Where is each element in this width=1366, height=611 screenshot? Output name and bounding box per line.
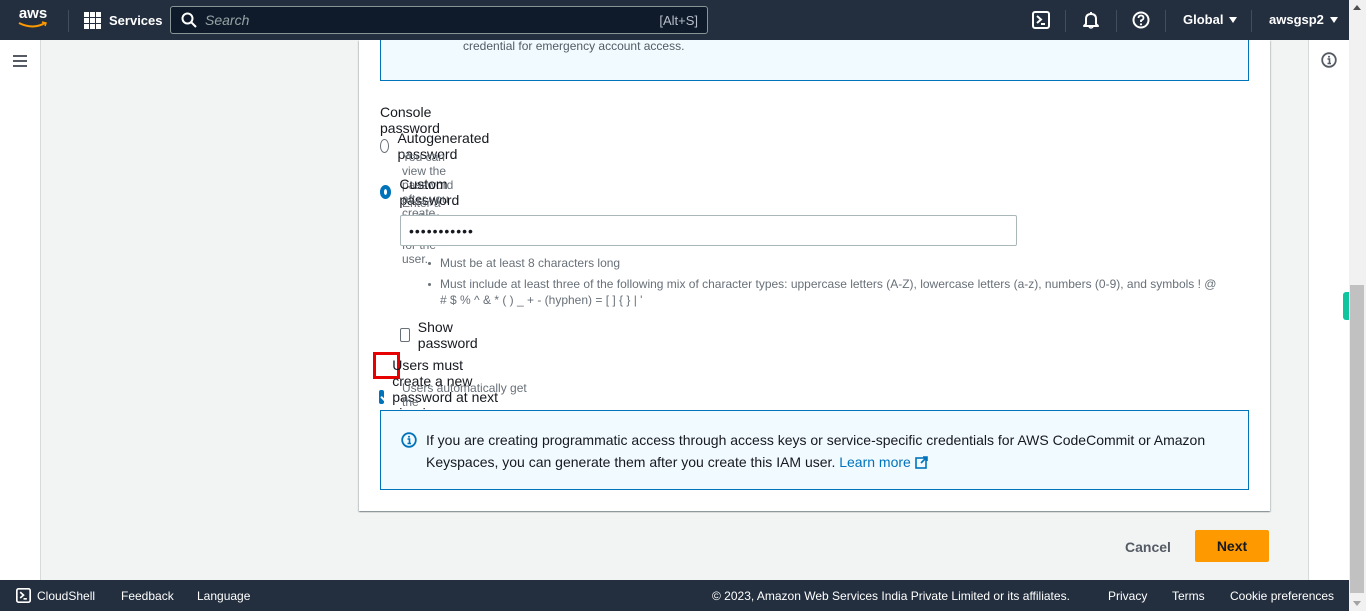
notifications-bell-icon[interactable] (1082, 11, 1100, 29)
footer-cookie-preferences-link[interactable]: Cookie preferences (1230, 589, 1334, 603)
search-bar[interactable]: [Alt+S] (170, 6, 708, 34)
cancel-button[interactable]: Cancel (1110, 531, 1186, 562)
services-menu[interactable]: Services (84, 10, 163, 30)
cloudshell-icon[interactable] (1032, 11, 1050, 29)
learn-more-link[interactable]: Learn more (839, 454, 911, 470)
cloudshell-label: CloudShell (37, 588, 96, 603)
region-label: Global (1183, 12, 1224, 27)
nav-divider (1251, 10, 1252, 32)
footer-feedback-link[interactable]: Feedback (121, 589, 174, 603)
scrollbar-thumb[interactable] (1350, 285, 1364, 593)
nav-divider (1116, 10, 1117, 32)
side-navigation-rail (0, 40, 41, 580)
aws-smile-icon (18, 21, 47, 28)
account-label: awsgsp2 (1269, 12, 1324, 27)
password-rule: Must be at least 8 characters long (426, 255, 1226, 271)
caret-down-icon (1229, 16, 1238, 23)
show-password-checkbox-row[interactable]: Show password (400, 319, 482, 351)
nav-divider (1065, 10, 1066, 32)
aws-logo-text: aws (18, 5, 48, 22)
page-scrollbar[interactable] (1349, 0, 1366, 611)
password-requirements-list: Must be at least 8 characters long Must … (426, 255, 1226, 313)
caret-down-icon (1329, 16, 1338, 23)
footer-privacy-link[interactable]: Privacy (1108, 589, 1147, 603)
footer-terms-link[interactable]: Terms (1172, 589, 1205, 603)
footer-cloudshell-button[interactable]: CloudShell (16, 588, 95, 603)
programmatic-access-info-alert: If you are creating programmatic access … (380, 410, 1249, 490)
search-icon (181, 12, 197, 28)
grid-icon (84, 11, 101, 29)
show-password-label: Show password (417, 319, 478, 351)
top-navigation: aws Services [Alt+S] Glo (0, 0, 1349, 40)
nav-divider (68, 10, 69, 32)
cloudshell-icon (16, 588, 31, 603)
feedback-side-tab[interactable] (1343, 292, 1349, 320)
search-shortcut: [Alt+S] (659, 12, 698, 28)
menu-hamburger-icon[interactable] (13, 55, 27, 67)
show-password-checkbox[interactable] (400, 328, 410, 342)
scroll-down-arrow-icon[interactable] (1353, 601, 1361, 606)
footer-copyright: © 2023, Amazon Web Services India Privat… (712, 589, 1070, 603)
require-reset-checkbox[interactable] (379, 390, 385, 404)
password-rule: Must include at least three of the follo… (426, 276, 1226, 308)
help-icon[interactable] (1132, 11, 1150, 29)
external-link-icon (915, 456, 928, 469)
info-alert-text: If you are creating programmatic access … (426, 432, 1206, 470)
console-footer: CloudShell Feedback Language © 2023, Ama… (0, 580, 1349, 611)
next-button[interactable]: Next (1195, 530, 1269, 562)
custom-password-input[interactable] (400, 215, 1017, 246)
radio-button-selected[interactable] (380, 185, 392, 199)
region-selector[interactable]: Global (1183, 12, 1238, 27)
nav-divider (1165, 10, 1166, 32)
info-icon (401, 432, 417, 448)
account-menu[interactable]: awsgsp2 (1269, 12, 1338, 27)
radio-button[interactable] (380, 139, 390, 153)
search-input[interactable] (205, 12, 660, 28)
info-icon[interactable] (1321, 52, 1337, 68)
scroll-up-arrow-icon[interactable] (1353, 5, 1361, 10)
services-label: Services (109, 12, 163, 28)
aws-logo[interactable]: aws (16, 5, 50, 33)
footer-language-link[interactable]: Language (197, 589, 250, 603)
